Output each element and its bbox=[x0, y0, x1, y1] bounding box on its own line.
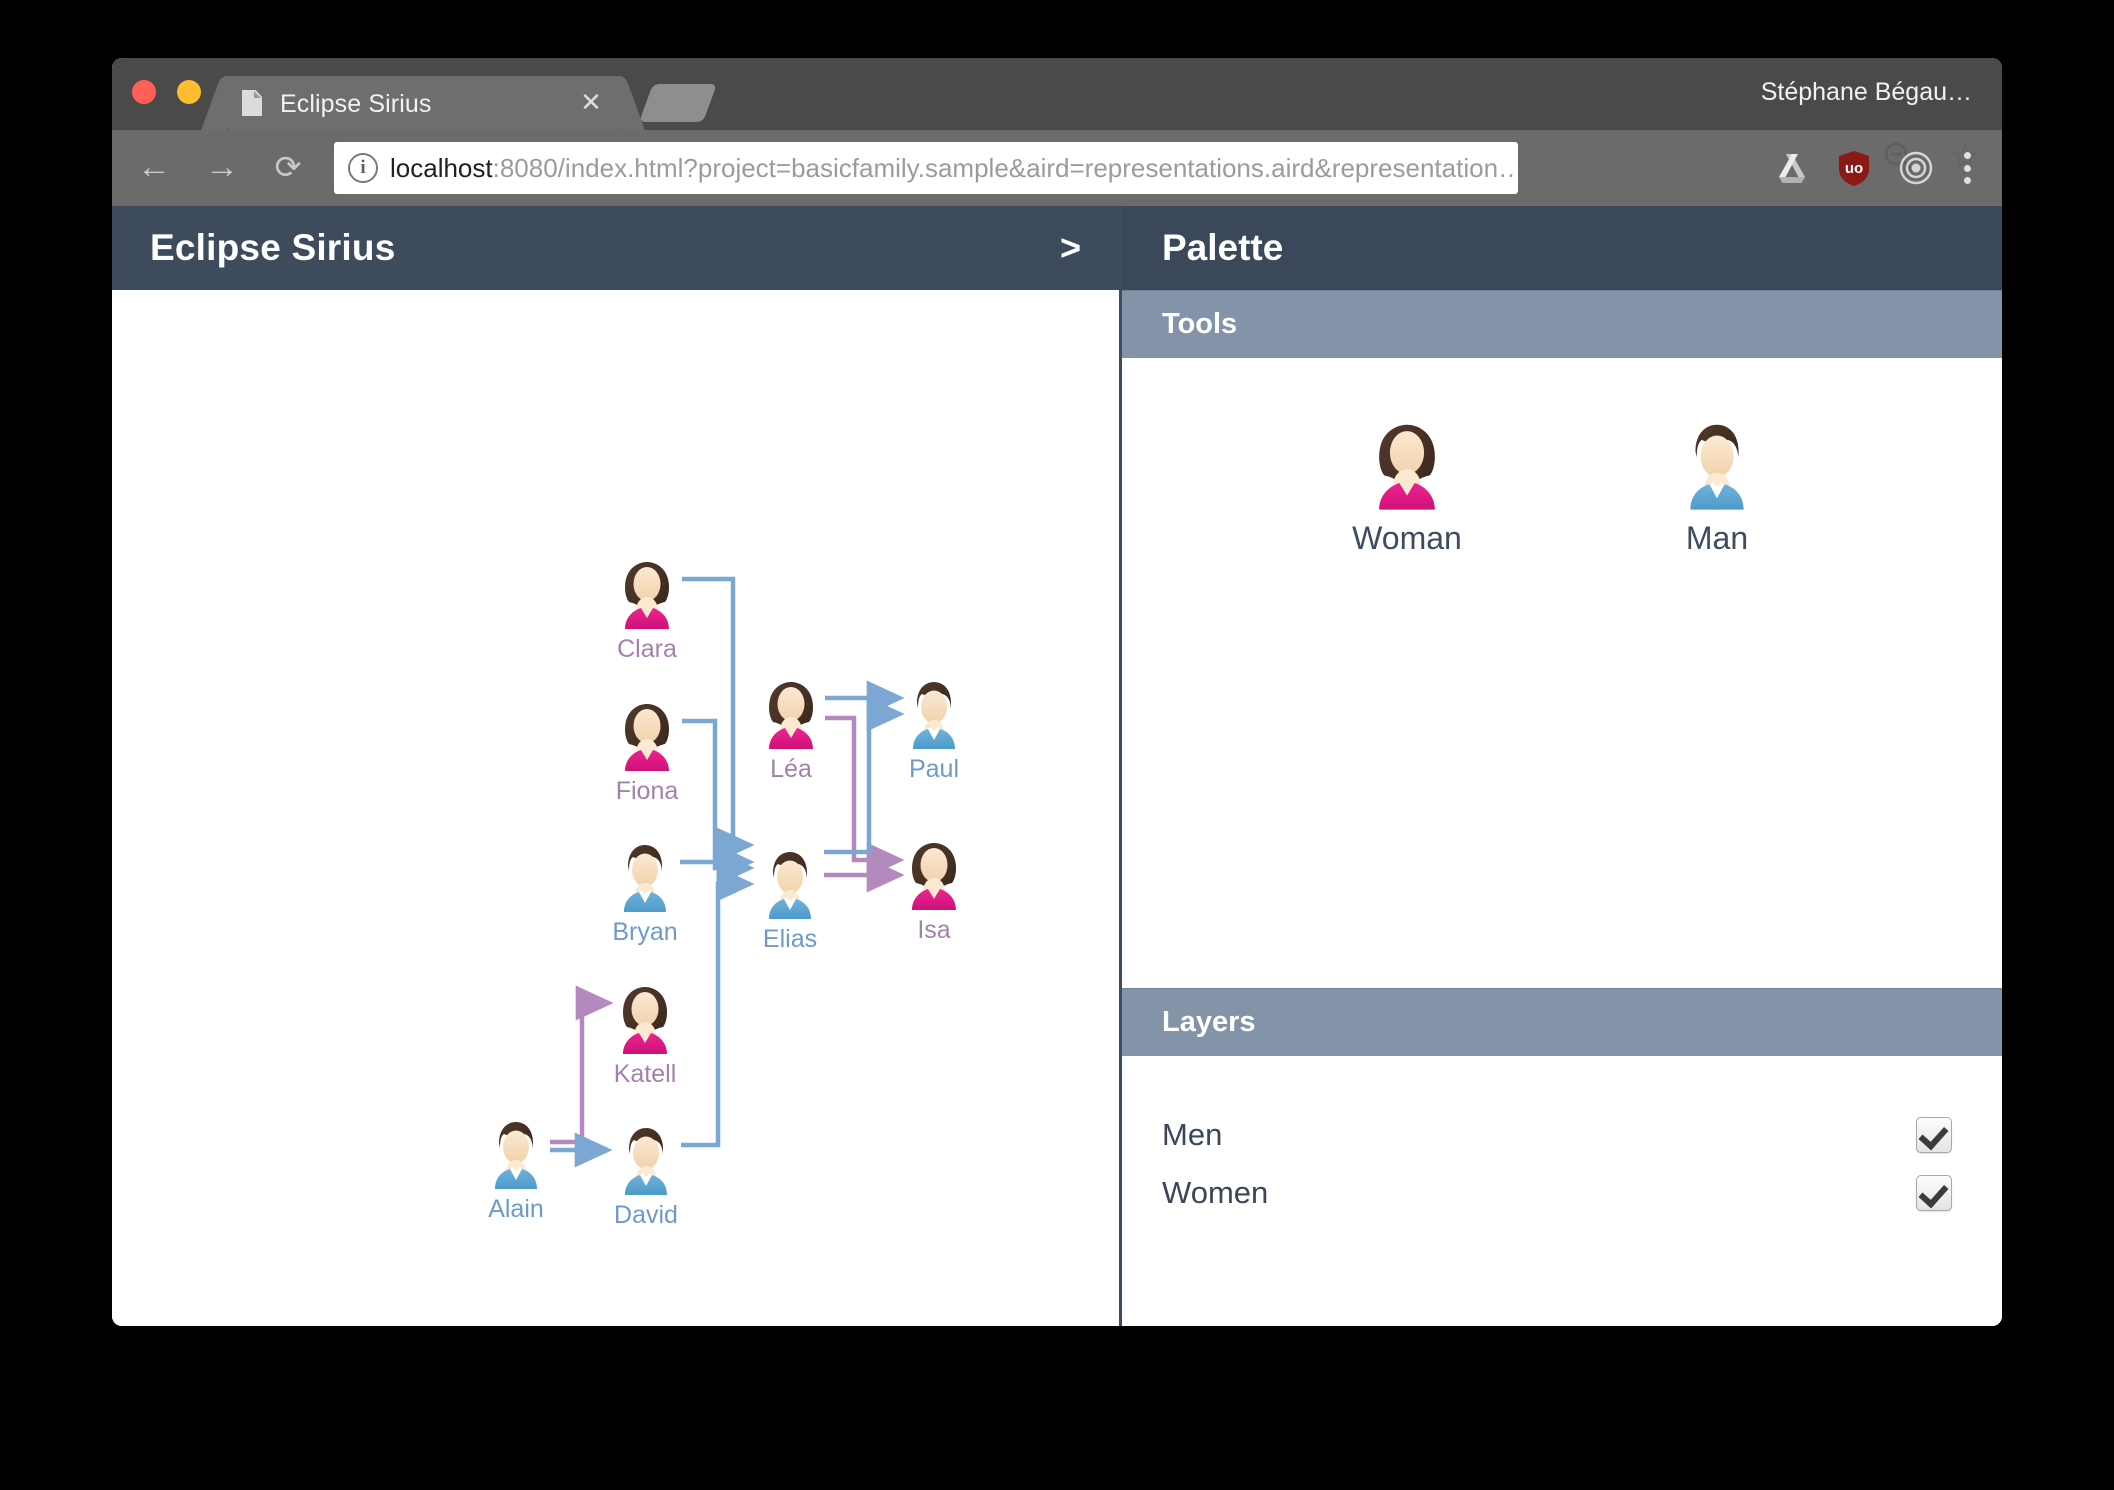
man-icon bbox=[913, 682, 955, 749]
woman-icon bbox=[623, 987, 667, 1054]
palette-title: Palette bbox=[1162, 227, 1284, 268]
node-label: Isa bbox=[917, 916, 951, 944]
tools-section-label: Tools bbox=[1162, 308, 1238, 340]
woman-icon bbox=[625, 562, 669, 629]
man-icon bbox=[624, 845, 666, 912]
node-label: Paul bbox=[908, 755, 960, 783]
diagram-editor-pane: Eclipse Sirius > Clara Fiona Léa Paul Br… bbox=[112, 206, 1122, 1326]
minimize-window-button[interactable] bbox=[177, 80, 201, 104]
chevron-right-icon[interactable]: > bbox=[1050, 227, 1091, 269]
browser-toolbar: ← → ⟳ i localhost:8080/index.html?projec… bbox=[112, 130, 2002, 206]
menu-dot bbox=[1963, 164, 1971, 172]
url-rest: :8080/index.html?project=basicfamily.sam… bbox=[492, 152, 1518, 183]
ublock-origin-icon[interactable]: uo bbox=[1834, 148, 1874, 188]
page-icon bbox=[242, 90, 262, 116]
woman-icon bbox=[769, 682, 813, 749]
browser-menu-icon[interactable] bbox=[1950, 148, 1984, 188]
tool-label: Man bbox=[1685, 520, 1749, 556]
browser-window: Eclipse Sirius ✕ Stéphane Bégau… ← → ⟳ i… bbox=[112, 58, 2002, 1326]
layer-label: Women bbox=[1162, 1175, 1269, 1210]
tool-woman[interactable]: Woman bbox=[1302, 418, 1512, 557]
browser-tab-strip: Eclipse Sirius ✕ Stéphane Bégau… bbox=[112, 58, 2002, 130]
layer-label: Men bbox=[1162, 1117, 1223, 1152]
url-text: localhost:8080/index.html?project=basicf… bbox=[390, 153, 1518, 184]
tools-list: Woman Man bbox=[1122, 358, 2002, 988]
woman-icon bbox=[625, 704, 669, 771]
target-icon[interactable] bbox=[1896, 148, 1936, 188]
palette-header: Palette bbox=[1122, 206, 2002, 290]
profile-name[interactable]: Stéphane Bégau… bbox=[1761, 78, 1972, 107]
man-icon bbox=[1690, 424, 1744, 510]
man-icon bbox=[495, 1122, 537, 1189]
menu-dot bbox=[1963, 152, 1971, 159]
google-drive-icon[interactable] bbox=[1772, 148, 1812, 188]
layer-row-women[interactable]: Women bbox=[1162, 1169, 1952, 1217]
layer-checkbox-men[interactable] bbox=[1916, 1117, 1952, 1153]
woman-icon bbox=[912, 843, 956, 910]
diagram-canvas[interactable]: Clara Fiona Léa Paul Bryan Elias Isa Kat… bbox=[112, 290, 1119, 1326]
layers-section-header[interactable]: Layers bbox=[1122, 988, 2002, 1056]
page-info-icon[interactable]: i bbox=[348, 153, 378, 183]
tab-title: Eclipse Sirius bbox=[280, 90, 432, 118]
tools-section-header[interactable]: Tools bbox=[1122, 290, 2002, 358]
editor-header: Eclipse Sirius > bbox=[112, 206, 1119, 290]
node-label: David bbox=[614, 1201, 678, 1229]
layers-list: Men Women bbox=[1122, 1056, 2002, 1326]
menu-dot bbox=[1963, 177, 1971, 184]
man-icon bbox=[625, 1128, 667, 1195]
address-bar[interactable]: i localhost:8080/index.html?project=basi… bbox=[334, 142, 1518, 194]
tool-man[interactable]: Man bbox=[1612, 418, 1822, 557]
page-content: Eclipse Sirius > Clara Fiona Léa Paul Br… bbox=[112, 206, 2002, 1326]
page-title: Eclipse Sirius bbox=[150, 227, 396, 268]
man-icon bbox=[769, 852, 811, 919]
close-window-button[interactable] bbox=[132, 80, 156, 104]
new-tab-button[interactable] bbox=[639, 84, 717, 122]
svg-text:uo: uo bbox=[1845, 160, 1863, 177]
layer-checkbox-women[interactable] bbox=[1916, 1175, 1952, 1211]
node-label: Clara bbox=[617, 635, 677, 663]
tab-eclipse-sirius[interactable]: Eclipse Sirius ✕ bbox=[228, 76, 618, 130]
close-icon[interactable]: ✕ bbox=[580, 89, 602, 115]
back-icon[interactable]: ← bbox=[130, 144, 178, 192]
layer-row-men[interactable]: Men bbox=[1162, 1111, 1952, 1159]
tool-label: Woman bbox=[1352, 520, 1462, 556]
forward-icon[interactable]: → bbox=[198, 144, 246, 192]
palette-pane: Palette Tools Woman Man Layers Men Women bbox=[1122, 206, 2002, 1326]
url-host: localhost bbox=[390, 152, 493, 183]
node-label: Katell bbox=[613, 1060, 677, 1088]
layers-section-label: Layers bbox=[1162, 1006, 1256, 1038]
woman-icon bbox=[1379, 424, 1435, 510]
reload-icon[interactable]: ⟳ bbox=[264, 144, 312, 192]
